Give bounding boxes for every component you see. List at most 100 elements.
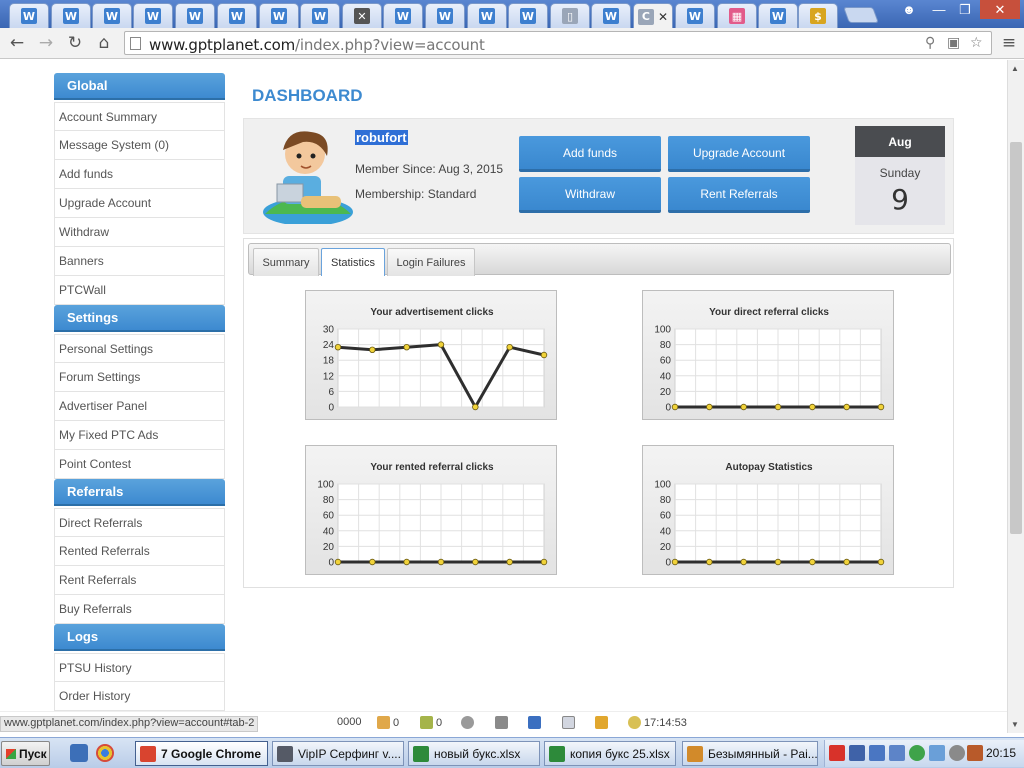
translate-icon[interactable]: ▣: [947, 35, 960, 51]
tab-statistics[interactable]: Statistics: [321, 248, 385, 276]
browser-tab[interactable]: W: [175, 3, 215, 28]
taskbar-task[interactable]: копия букс 25.xlsx: [544, 741, 676, 766]
browser-tab[interactable]: ✕: [342, 3, 382, 28]
chart-data-point: [334, 344, 342, 351]
add-funds-button[interactable]: Add funds: [519, 136, 661, 172]
browser-tab[interactable]: C ✕: [633, 3, 673, 29]
taskbar-clock[interactable]: 20:15: [986, 746, 1016, 760]
chart-data-point: [877, 403, 885, 411]
sidebar-item[interactable]: Advertiser Panel: [54, 392, 225, 421]
chart-data-point: [877, 558, 885, 566]
lock-icon[interactable]: [595, 716, 608, 729]
scroll-up-icon[interactable]: ▲: [1011, 64, 1019, 73]
page-scrollbar[interactable]: ▲ ▼: [1007, 60, 1024, 733]
page-title: DASHBOARD: [252, 86, 363, 105]
devices-tray-icon[interactable]: [889, 745, 905, 761]
browser-tab[interactable]: W: [508, 3, 548, 28]
browser-tab[interactable]: W: [675, 3, 715, 28]
browser-tab[interactable]: ▯: [550, 3, 590, 28]
sidebar-item[interactable]: Point Contest: [54, 450, 225, 479]
tab-favicon-icon: W: [21, 8, 37, 24]
browser-tab[interactable]: W: [425, 3, 465, 28]
forward-icon[interactable]: →: [34, 32, 58, 54]
sidebar-item[interactable]: Buy Referrals: [54, 595, 225, 624]
tab-favicon-icon: W: [437, 8, 453, 24]
restore-icon[interactable]: ❐: [954, 0, 976, 19]
sidebar-item[interactable]: Personal Settings: [54, 334, 225, 363]
display-tray-icon[interactable]: [869, 745, 885, 761]
rent-referrals-button[interactable]: Rent Referrals: [668, 177, 810, 213]
sidebar-item[interactable]: PTCWall: [54, 276, 225, 305]
taskbar-task[interactable]: Безымянный - Pai...: [682, 741, 818, 766]
reload-icon[interactable]: ↻: [63, 32, 87, 54]
taskbar-task[interactable]: 7 Google Chrome: [135, 741, 268, 766]
volume-icon[interactable]: [967, 745, 983, 761]
tray-settings-icon[interactable]: [949, 745, 965, 761]
browser-tab[interactable]: W: [383, 3, 423, 28]
tab-summary[interactable]: Summary: [253, 248, 319, 276]
sidebar-item[interactable]: Direct Referrals: [54, 508, 225, 537]
close-tab-icon[interactable]: ✕: [658, 10, 668, 24]
browser-tab[interactable]: W: [300, 3, 340, 28]
browser-tab[interactable]: W: [259, 3, 299, 28]
zoom-icon[interactable]: ⚲: [925, 35, 935, 51]
chart-rented-referral-clicks-svg: Your rented referral clicks 0 20 40 60 80 100: [317, 462, 548, 569]
cart-icon[interactable]: [495, 716, 508, 729]
show-desktop-icon[interactable]: [70, 744, 88, 762]
sidebar-item[interactable]: Withdraw: [54, 218, 225, 247]
withdraw-button[interactable]: Withdraw: [519, 177, 661, 213]
sidebar-item[interactable]: PTSU History: [54, 653, 225, 682]
menu-icon[interactable]: ≡: [997, 32, 1021, 54]
referrals-counter[interactable]: 0: [377, 716, 399, 729]
browser-tab[interactable]: W: [133, 3, 173, 28]
browser-tab[interactable]: W: [9, 3, 49, 28]
chart-data-point: [403, 558, 410, 566]
settings-gear-icon[interactable]: [461, 716, 474, 729]
browser-tab[interactable]: W: [217, 3, 257, 28]
sidebar-item[interactable]: Rent Referrals: [54, 566, 225, 595]
tab-login-failures[interactable]: Login Failures: [387, 248, 475, 276]
task-label: новый букс.xlsx: [434, 746, 521, 761]
start-button[interactable]: Пуск: [1, 741, 50, 766]
antivirus-icon[interactable]: [829, 745, 845, 761]
chrome-quicklaunch-icon[interactable]: [96, 744, 114, 762]
sidebar-item[interactable]: Account Summary: [54, 102, 225, 131]
scrollbar-thumb[interactable]: [1010, 142, 1022, 534]
sidebar-item[interactable]: Order History: [54, 682, 225, 711]
back-icon[interactable]: ←: [5, 32, 29, 54]
rented-counter[interactable]: 0: [420, 716, 442, 729]
sidebar-item[interactable]: Rented Referrals: [54, 537, 225, 566]
torrent-tray-icon[interactable]: [909, 745, 925, 761]
browser-tab[interactable]: W: [51, 3, 91, 28]
mail-icon[interactable]: [562, 716, 575, 729]
user-icon[interactable]: ☻: [898, 0, 920, 19]
sidebar-item[interactable]: My Fixed PTC Ads: [54, 421, 225, 450]
scroll-down-icon[interactable]: ▼: [1011, 720, 1019, 729]
balance-fragment: 0000: [337, 716, 362, 728]
browser-tab[interactable]: W: [467, 3, 507, 28]
taskbar-task[interactable]: новый букс.xlsx: [408, 741, 540, 766]
tray-app-icon[interactable]: [929, 745, 945, 761]
sidebar-item[interactable]: Add funds: [54, 160, 225, 189]
new-tab-button[interactable]: [843, 7, 879, 23]
browser-tab[interactable]: W: [92, 3, 132, 28]
network-tray-icon[interactable]: [849, 745, 865, 761]
sidebar-item[interactable]: Forum Settings: [54, 363, 225, 392]
tab-favicon-icon: W: [145, 8, 161, 24]
browser-tab[interactable]: ▦: [717, 3, 757, 28]
taskbar-task[interactable]: VipIP Серфинг v....: [272, 741, 404, 766]
chart-data-point: [540, 351, 548, 359]
sidebar-item[interactable]: Banners: [54, 247, 225, 276]
bookmark-star-icon[interactable]: ☆: [970, 35, 983, 51]
close-window-icon[interactable]: ✕: [980, 0, 1020, 19]
browser-tab[interactable]: W: [758, 3, 798, 28]
browser-tab[interactable]: $: [798, 3, 838, 28]
browser-tab[interactable]: W: [591, 3, 631, 28]
minimize-icon[interactable]: —: [928, 0, 950, 19]
sidebar-item[interactable]: Upgrade Account: [54, 189, 225, 218]
home-icon[interactable]: ⌂: [92, 32, 116, 54]
sidebar-item[interactable]: Message System (0): [54, 131, 225, 160]
bar-chart-icon[interactable]: [528, 716, 541, 729]
upgrade-account-button[interactable]: Upgrade Account: [668, 136, 810, 172]
address-bar[interactable]: www.gptplanet.com/index.php?view=account…: [124, 31, 992, 55]
